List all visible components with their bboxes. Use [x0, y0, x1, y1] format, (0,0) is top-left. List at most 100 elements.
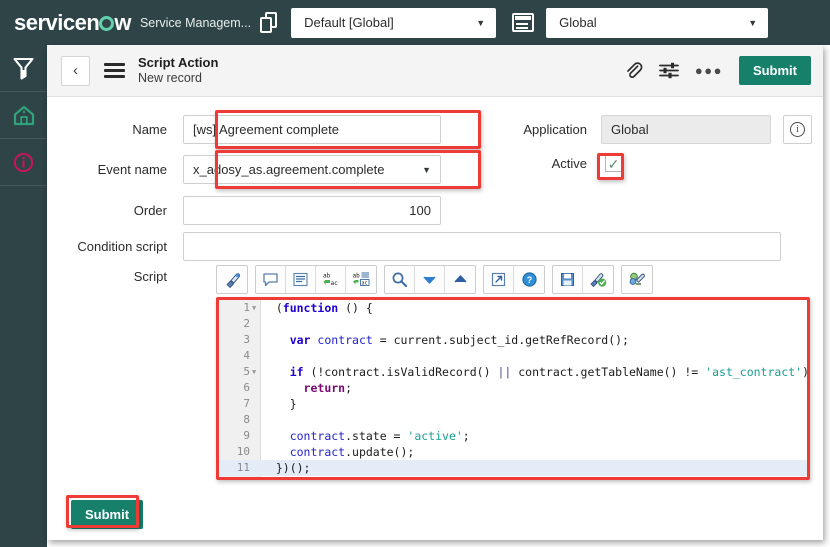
- burger-line: [104, 75, 125, 78]
- application-input: Global: [601, 115, 771, 144]
- global-header: servicen w Service Managem... Default [Gl…: [0, 0, 830, 45]
- line-number: 11: [236, 461, 250, 474]
- application-scope-value: Global: [559, 15, 597, 30]
- toolbar-group-snippet: [621, 265, 653, 294]
- line-number: 3: [243, 333, 250, 346]
- chevron-down-icon: ▼: [748, 17, 758, 28]
- rail-item-home[interactable]: [0, 92, 47, 138]
- code-token: (: [262, 301, 283, 315]
- save-icon[interactable]: [553, 266, 583, 293]
- application-name-label: Service Managem...: [139, 15, 252, 30]
- field-row-order: Order 100: [47, 196, 482, 225]
- info-icon: i: [790, 122, 805, 137]
- code-token: 'active': [407, 429, 463, 443]
- code-token: .state =: [345, 429, 408, 443]
- code-line[interactable]: 6 return;: [243, 380, 807, 396]
- code-token: .update();: [345, 445, 415, 459]
- line-number: 5: [243, 365, 250, 378]
- code-line[interactable]: 2: [243, 316, 807, 332]
- active-checkbox[interactable]: ✓: [605, 155, 622, 172]
- update-set-selector[interactable]: Default [Global] ▼: [291, 7, 497, 38]
- line-number: 9: [243, 429, 250, 442]
- replace-icon[interactable]: ab ac: [316, 266, 346, 293]
- window-icon[interactable]: [512, 13, 535, 32]
- paperclip-icon[interactable]: [624, 61, 643, 80]
- line-number: 8: [243, 413, 250, 426]
- comment-icon[interactable]: [256, 266, 286, 293]
- code-token: })();: [262, 461, 311, 475]
- burger-line: [104, 63, 125, 66]
- name-input[interactable]: [ws] Agreement complete: [183, 115, 441, 144]
- page-title: Script Action: [138, 54, 219, 70]
- event-name-value: x_adosy_as.agreement.complete: [193, 162, 385, 177]
- editor-code-area[interactable]: 1 ▼ (function () {2 3 var contract = curre…: [219, 300, 807, 477]
- submit-button-bottom[interactable]: Submit: [71, 500, 144, 529]
- label-name: Name: [132, 122, 167, 137]
- search-icon[interactable]: [385, 266, 415, 293]
- logo-text-w: w: [114, 9, 131, 35]
- event-name-select[interactable]: x_adosy_as.agreement.complete ▼: [183, 155, 441, 184]
- syntax-check-icon[interactable]: [583, 266, 613, 293]
- code-token: ||: [497, 365, 512, 379]
- find-previous-icon[interactable]: [445, 266, 475, 293]
- label-application: Application: [523, 122, 587, 137]
- code-line[interactable]: 11 })();: [219, 460, 807, 476]
- logo-o-ring: [99, 15, 115, 31]
- order-input[interactable]: 100: [183, 196, 441, 225]
- code-line[interactable]: 8: [243, 412, 807, 428]
- code-line[interactable]: 1 ▼ (function () {: [243, 300, 807, 316]
- more-options-icon[interactable]: ●●●: [695, 63, 723, 78]
- condition-script-input[interactable]: [183, 232, 781, 261]
- rail-item-info[interactable]: [0, 139, 47, 185]
- hamburger-menu-icon[interactable]: [104, 60, 125, 81]
- code-token: ;: [345, 381, 353, 395]
- code-line[interactable]: 9 contract.state = 'active';: [243, 428, 807, 444]
- code-line[interactable]: 5 ▼ if (!contract.isValidRecord() || cont…: [243, 364, 807, 380]
- field-row-condition-script: Condition script: [47, 232, 823, 261]
- code-fold-icon[interactable]: ▼: [252, 364, 256, 380]
- rail-item-filter[interactable]: [0, 45, 47, 91]
- code-token: if: [289, 365, 304, 379]
- code-line[interactable]: 4: [243, 348, 807, 364]
- sliders-icon[interactable]: [658, 61, 679, 80]
- submit-button-top[interactable]: Submit: [738, 56, 811, 85]
- code-line[interactable]: 7 }: [243, 396, 807, 412]
- svg-text:ab: ab: [353, 273, 361, 280]
- copy-icon-front-page: [260, 17, 273, 33]
- toolbar-group-syntax: [216, 265, 248, 294]
- code-token: return: [303, 381, 346, 395]
- logo-text-n: n: [86, 9, 100, 35]
- application-scope-selector[interactable]: Global ▼: [546, 7, 769, 38]
- syntax-color-icon[interactable]: [217, 266, 247, 293]
- back-button[interactable]: ‹: [61, 55, 90, 86]
- format-icon[interactable]: [286, 266, 316, 293]
- code-fold-icon[interactable]: ▼: [252, 300, 256, 316]
- field-row-name: Name [ws] Agreement complete: [47, 115, 482, 144]
- label-event-name: Event name: [97, 162, 167, 177]
- find-next-icon[interactable]: [415, 266, 445, 293]
- svg-text:ac: ac: [330, 280, 338, 287]
- label-script: Script: [133, 269, 167, 284]
- script-code-editor[interactable]: 1 ▼ (function () {2 3 var contract = curre…: [219, 300, 807, 477]
- code-token: var: [289, 333, 311, 347]
- back-chevron-icon: ‹: [73, 62, 78, 79]
- servicenow-logo[interactable]: servicen w: [14, 9, 131, 35]
- toolbar-group-find: [384, 265, 476, 294]
- line-number: 4: [243, 349, 250, 362]
- help-icon[interactable]: ?: [514, 266, 544, 293]
- application-info-button[interactable]: i: [783, 115, 812, 144]
- copy-icon[interactable]: [260, 12, 278, 33]
- code-line[interactable]: 10 contract.update();: [237, 444, 807, 460]
- page-subtitle: New record: [138, 70, 202, 85]
- field-row-script: Script: [47, 269, 183, 284]
- home-icon: [13, 105, 34, 125]
- code-line[interactable]: 3 var contract = current.subject_id.getR…: [243, 332, 807, 348]
- code-token: = current.subject_id.getRefRecord();: [372, 333, 629, 347]
- open-new-window-icon[interactable]: [484, 266, 514, 293]
- field-row-application: Application Global i: [482, 115, 823, 144]
- code-snippet-icon[interactable]: [622, 266, 652, 293]
- burger-line: [104, 69, 125, 72]
- line-number: 7: [243, 397, 250, 410]
- replace-all-icon[interactable]: ab ac: [346, 266, 376, 293]
